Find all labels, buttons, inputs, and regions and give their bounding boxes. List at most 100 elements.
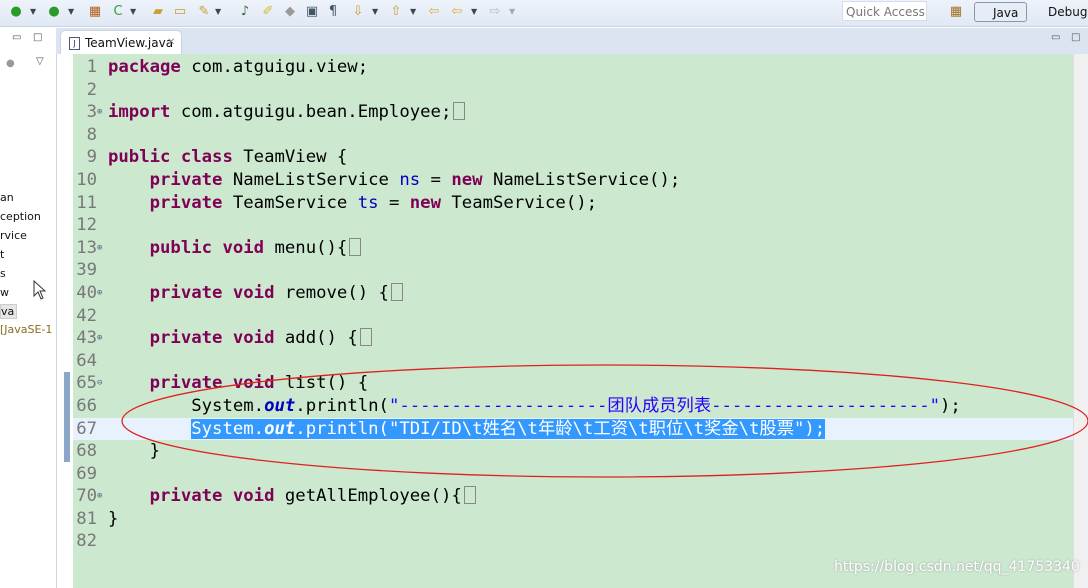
minimize-icon[interactable]: ▭ <box>12 32 21 43</box>
code-line[interactable]: 13 ⊕ public void menu(){ <box>73 237 1073 260</box>
link-icon[interactable]: ● <box>6 58 15 69</box>
next-annotation-icon[interactable]: ⇩ <box>350 4 366 20</box>
quick-access-input[interactable]: Quick Access <box>842 1 927 21</box>
forward-dropdown-icon[interactable]: ▼ <box>509 4 515 20</box>
code-line[interactable]: 8 <box>73 124 1073 147</box>
code-token: add() { <box>274 328 358 349</box>
collapsed-code-icon[interactable] <box>349 237 362 256</box>
next-dropdown-icon[interactable]: ▼ <box>372 4 378 20</box>
prev-annotation-icon[interactable]: ⇧ <box>388 4 404 20</box>
code-line[interactable]: 2 <box>73 79 1073 102</box>
mark-icon[interactable]: ✐ <box>260 4 276 20</box>
code-line[interactable]: 66 System.out.println("-----------------… <box>73 395 1073 418</box>
open-perspective-icon[interactable]: ▦ <box>948 4 964 20</box>
code-line[interactable]: 81} <box>73 508 1073 531</box>
keyword-token: void <box>232 373 275 394</box>
main-toolbar: ● ▼ ● ▼ ▦ C ▼ ▰ ▭ ✎ ▼ ♪ ✐ ◆ ▣ ¶ ⇩ ▼ ⇧ ▼ … <box>0 0 1088 27</box>
tree-item[interactable]: s <box>0 267 6 280</box>
code-line[interactable]: 10 private NameListService ns = new Name… <box>73 169 1073 192</box>
expand-fold-icon[interactable]: ⊕ <box>97 101 102 124</box>
maximize-editor-icon[interactable]: □ <box>1071 32 1080 43</box>
tree-item-jre[interactable]: [JavaSE-1 <box>0 323 52 336</box>
perspective-java[interactable]: Java <box>974 2 1027 22</box>
code-lines[interactable]: 1 package com.atguigu.view; 2 3 ⊕ import com.… <box>73 56 1073 553</box>
code-line[interactable]: 68 } <box>73 440 1073 463</box>
maximize-icon[interactable]: □ <box>33 32 42 43</box>
tree-item[interactable]: ception <box>0 210 41 223</box>
tab-teamview-java[interactable]: J TeamView.java ✕ <box>60 30 182 54</box>
open-folder-icon[interactable]: ▭ <box>172 4 188 20</box>
new-dropdown-icon[interactable]: ▼ <box>130 4 136 20</box>
search-dropdown-icon[interactable]: ▼ <box>215 4 221 20</box>
keyword-token: new <box>409 192 441 213</box>
code-line[interactable]: 82 <box>73 530 1073 553</box>
keyword-token: private <box>149 486 223 507</box>
new-class-icon[interactable]: C <box>110 4 126 20</box>
code-line[interactable]: 1 package com.atguigu.view; <box>73 56 1073 79</box>
line-text: } <box>108 508 118 531</box>
last-edit-icon[interactable]: ⇦ <box>426 4 442 20</box>
whitespace-icon[interactable]: ¶ <box>325 4 341 20</box>
code-line[interactable]: 42 <box>73 305 1073 328</box>
expand-fold-icon[interactable]: ⊕ <box>97 485 102 508</box>
keyword-token: private <box>149 192 223 213</box>
code-line[interactable]: 11 private TeamService ts = new TeamServ… <box>73 192 1073 215</box>
open-type-icon[interactable]: ▰ <box>150 4 166 20</box>
code-token: list() { <box>274 373 369 394</box>
back-icon[interactable]: ⇦ <box>449 4 465 20</box>
collapsed-code-icon[interactable] <box>359 328 372 347</box>
code-line[interactable]: 40 ⊕ private void remove() { <box>73 282 1073 305</box>
code-line[interactable]: 69 <box>73 463 1073 486</box>
tree-item[interactable]: an <box>0 191 14 204</box>
run-icon[interactable]: ● <box>8 4 24 20</box>
line-text: private void getAllEmployee(){ <box>108 485 476 508</box>
line-text: private void remove() { <box>108 282 403 305</box>
annotation-icon[interactable]: ◆ <box>282 4 298 20</box>
code-line[interactable]: 12 <box>73 214 1073 237</box>
perspective-label: Debug <box>1048 5 1088 19</box>
code-line[interactable]: 67 System.out.println("TDI/ID\t姓名\t年龄\t工… <box>73 417 1073 441</box>
code-line[interactable]: 43 ⊕ private void add() { <box>73 327 1073 350</box>
code-token: System. <box>108 395 265 416</box>
collapsed-code-icon[interactable] <box>463 486 476 505</box>
vertical-scrollbar[interactable] <box>1073 54 1088 588</box>
forward-icon[interactable]: ⇨ <box>487 4 503 20</box>
collapsed-code-icon[interactable] <box>453 102 466 121</box>
new-package-icon[interactable]: ▦ <box>87 4 103 20</box>
line-text: public class TeamView { <box>108 146 347 169</box>
run-external-icon[interactable]: ● <box>46 4 62 20</box>
block-select-icon[interactable]: ▣ <box>304 4 320 20</box>
back-dropdown-icon[interactable]: ▼ <box>471 4 477 20</box>
keyword-token: void <box>232 282 275 303</box>
code-line[interactable]: 3 ⊕ import com.atguigu.bean.Employee; <box>73 101 1073 124</box>
tree-item-selected[interactable]: va <box>0 304 18 319</box>
code-token: } <box>108 508 119 529</box>
search-icon[interactable]: ✎ <box>196 4 212 20</box>
mouse-cursor-icon <box>33 280 47 300</box>
code-token: TeamService <box>222 192 358 213</box>
code-line[interactable]: 9 public class TeamView { <box>73 146 1073 169</box>
collapsed-code-icon[interactable] <box>390 282 403 301</box>
keyword-token: void <box>232 486 275 507</box>
expand-fold-icon[interactable]: ⊕ <box>97 237 102 260</box>
pin-icon[interactable]: ♪ <box>237 4 253 20</box>
minimize-editor-icon[interactable]: ▭ <box>1051 32 1060 43</box>
expand-fold-icon[interactable]: ⊕ <box>97 282 102 305</box>
collapse-fold-icon[interactable]: ⊖ <box>97 372 102 395</box>
tree-item[interactable]: rvice <box>0 229 27 242</box>
code-line[interactable]: 64 <box>73 350 1073 373</box>
perspective-debug[interactable]: Debug <box>1032 2 1087 22</box>
code-token: ); <box>940 395 961 416</box>
code-line[interactable]: 65 ⊖ private void list() { <box>73 372 1073 395</box>
tree-item[interactable]: t <box>0 248 4 261</box>
run-dropdown-icon[interactable]: ▼ <box>30 4 36 20</box>
code-line[interactable]: 39 <box>73 259 1073 282</box>
view-menu-icon[interactable]: ▽ <box>36 56 44 67</box>
close-icon[interactable]: ✕ <box>167 31 175 55</box>
tree-item[interactable]: w <box>0 286 9 299</box>
code-line[interactable]: 70 ⊕ private void getAllEmployee(){ <box>73 485 1073 508</box>
external-dropdown-icon[interactable]: ▼ <box>68 4 74 20</box>
expand-fold-icon[interactable]: ⊕ <box>97 327 102 350</box>
line-number: 82 <box>76 531 97 552</box>
prev-dropdown-icon[interactable]: ▼ <box>410 4 416 20</box>
